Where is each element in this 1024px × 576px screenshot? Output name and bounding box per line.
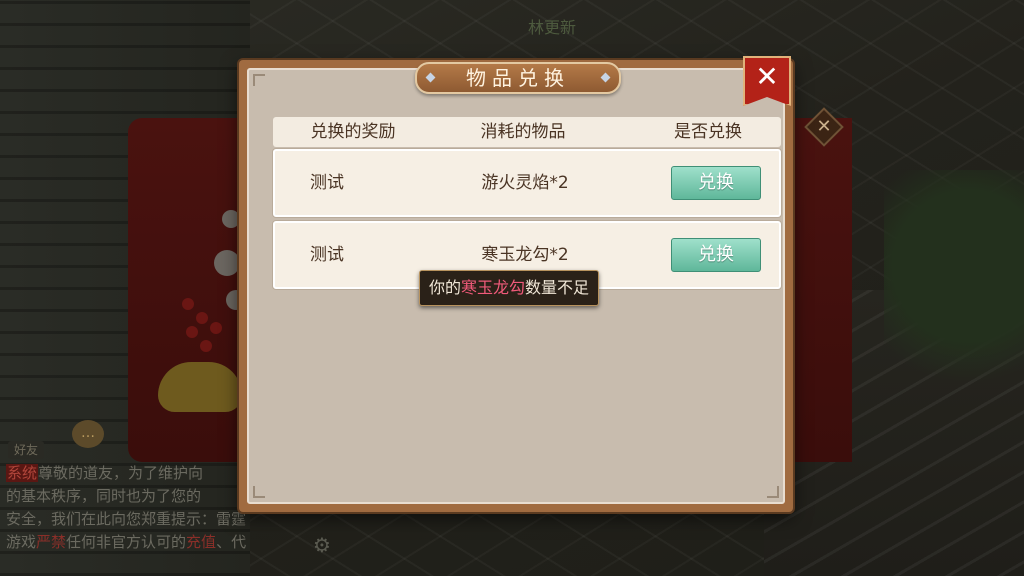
flower-decoration — [222, 210, 240, 228]
chat-bubble-icon[interactable]: … — [72, 420, 104, 448]
table-row: 测试 游火灵焰*2 兑换 — [273, 149, 781, 217]
berry-decoration — [200, 340, 212, 352]
berry-decoration — [182, 298, 194, 310]
gold-ingot-decoration — [158, 362, 242, 412]
column-header-action: 是否兑换 — [674, 122, 742, 142]
dialog-title-plate: 物品兑换 — [415, 62, 621, 94]
reward-cell: 测试 — [310, 245, 344, 265]
corner-ornament — [253, 74, 265, 86]
berry-decoration — [186, 326, 198, 338]
berry-decoration — [210, 322, 222, 334]
close-icon: ✕ — [816, 116, 832, 137]
berry-decoration — [196, 312, 208, 324]
chat-line: 游戏严禁任何非官方认可的充值、代 — [6, 533, 247, 551]
chat-system-tag: 系统 — [6, 464, 39, 482]
corner-ornament — [253, 486, 265, 498]
exchange-button[interactable]: 兑换 — [671, 166, 761, 200]
column-header-reward: 兑换的奖励 — [310, 122, 396, 142]
toast-prefix: 你的 — [429, 278, 462, 297]
player-name-label: 林更新 — [528, 18, 577, 37]
flower-decoration — [214, 250, 240, 276]
corner-ornament — [767, 486, 779, 498]
exchange-button[interactable]: 兑换 — [671, 238, 761, 272]
gear-icon[interactable]: ⚙ — [313, 533, 331, 557]
table-header: 兑换的奖励 消耗的物品 是否兑换 — [273, 117, 781, 147]
tree — [884, 170, 1024, 410]
red-banner-right — [790, 118, 852, 462]
chat-tab-friends[interactable]: 好友 — [8, 441, 45, 459]
close-icon: ✕ — [755, 60, 779, 93]
reward-cell: 测试 — [310, 173, 344, 193]
column-header-cost: 消耗的物品 — [480, 122, 566, 142]
toast-suffix: 数量不足 — [525, 278, 590, 297]
toast-item-name: 寒玉龙勾 — [461, 278, 526, 297]
cost-cell: 游火灵焰*2 — [481, 173, 569, 193]
dialog-title: 物品兑换 — [466, 66, 570, 90]
insufficient-item-toast: 你的寒玉龙勾数量不足 — [419, 270, 600, 306]
